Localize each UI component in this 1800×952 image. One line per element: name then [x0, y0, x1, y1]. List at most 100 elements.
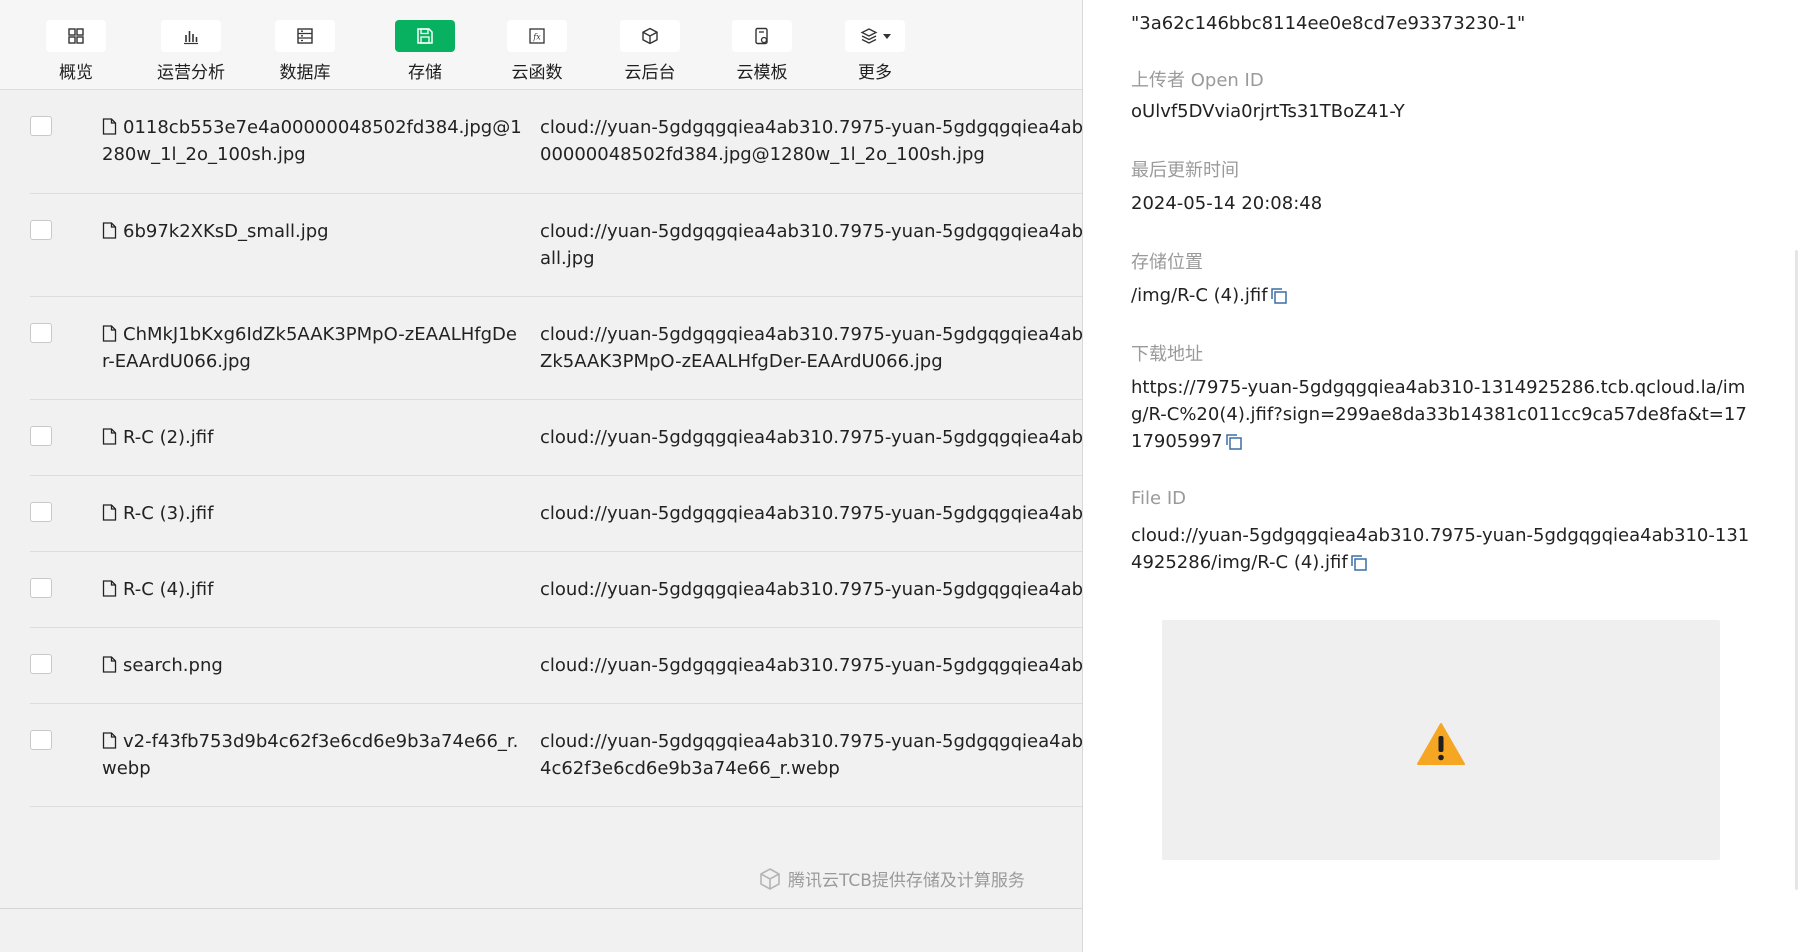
toolbar-button[interactable] [732, 20, 792, 52]
toolbar-label: 云后台 [624, 63, 676, 83]
table-row[interactable]: ChMkJ1bKxg6IdZk5AAK3PMpO-zEAALHfgDer-EAA… [30, 297, 1082, 400]
file-name[interactable]: search.png [102, 652, 522, 679]
file-id-line: cloud://yuan-5gdgqgqiea4ab310.7975-yuan-… [540, 731, 1082, 752]
warning-icon [1417, 723, 1465, 765]
copy-icon[interactable] [1225, 433, 1243, 451]
toolbar-label: 数据库 [279, 63, 331, 83]
toolbar-button[interactable] [845, 20, 905, 52]
toolbar-item-1[interactable]: 运营分析 [145, 20, 237, 84]
toolbar-item-6[interactable]: 云模板 [716, 20, 808, 84]
file-name[interactable]: R-C (3).jfif [102, 500, 522, 527]
row-checkbox[interactable] [30, 730, 52, 750]
tencent-cloud-logo-icon [760, 867, 780, 890]
toolbar-item-0[interactable]: 概览 [30, 20, 122, 84]
file-id: cloud://yuan-5gdgqgqiea4ab310.7975-yuan-… [540, 500, 1082, 527]
file-name[interactable]: 0118cb553e7e4a00000048502fd384.jpg@1280w… [102, 114, 522, 168]
file-id-line: 4c62f3e6cd6e9b3a74e66_r.webp [540, 758, 840, 779]
row-checkbox[interactable] [30, 578, 52, 598]
toolbar-button[interactable]: fx [507, 20, 567, 52]
layers-icon [860, 28, 878, 44]
file-id: cloud://yuan-5gdgqgqiea4ab310.7975-yuan-… [540, 218, 1082, 272]
table-row[interactable]: 0118cb553e7e4a00000048502fd384.jpg@1280w… [30, 90, 1082, 194]
toolbar-item-2[interactable]: 数据库 [259, 20, 351, 84]
file-icon [102, 504, 117, 521]
file-id-line: cloud://yuan-5gdgqgqiea4ab310.7975-yuan-… [540, 503, 1082, 524]
file-name[interactable]: 6b97k2XKsD_small.jpg [102, 218, 522, 245]
file-icon [102, 656, 117, 673]
file-id-line: cloud://yuan-5gdgqgqiea4ab310.7975-yuan-… [540, 117, 1082, 138]
updated-label: 最后更新时间 [1131, 160, 1239, 181]
toolbar-button[interactable] [161, 20, 221, 52]
bar-chart-icon [184, 31, 198, 45]
toolbar-label: 云函数 [511, 63, 563, 83]
toolbar-item-4[interactable]: fx 云函数 [491, 20, 583, 84]
file-name[interactable]: v2-f43fb753d9b4c62f3e6cd6e9b3a74e66_r.we… [102, 728, 522, 782]
file-name-text: 0118cb553e7e4a00000048502fd384.jpg@1280w… [102, 117, 522, 165]
file-detail-panel: "3a62c146bbc8114ee0e8cd7e93373230-1" 上传者… [1082, 0, 1800, 952]
download-label: 下载地址 [1131, 344, 1203, 365]
file-id: cloud://yuan-5gdgqgqiea4ab310.7975-yuan-… [540, 652, 1082, 679]
file-icon [102, 118, 117, 135]
location-label: 存储位置 [1131, 252, 1203, 273]
file-id-line: cloud://yuan-5gdgqgqiea4ab310.7975-yuan-… [540, 427, 1082, 448]
table-row[interactable]: R-C (4).jfif cloud://yuan-5gdgqgqiea4ab31… [30, 552, 1082, 628]
footer-brand-text: 腾讯云TCB提供存储及计算服务 [788, 871, 1025, 891]
file-name-text: v2-f43fb753d9b4c62f3e6cd6e9b3a74e66_r.we… [102, 731, 519, 779]
toolbar-button[interactable] [275, 20, 335, 52]
toolbar-label: 存储 [408, 63, 442, 83]
location-value: /img/R-C (4).jfif [1131, 285, 1268, 306]
file-icon [102, 428, 117, 445]
function-icon: fx [529, 28, 545, 44]
table-row[interactable]: R-C (3).jfif cloud://yuan-5gdgqgqiea4ab31… [30, 476, 1082, 552]
file-id: cloud://yuan-5gdgqgqiea4ab310.7975-yuan-… [540, 728, 1082, 782]
etag-value: "3a62c146bbc8114ee0e8cd7e93373230-1" [1131, 13, 1526, 34]
toolbar-button[interactable] [395, 20, 455, 52]
file-id-line: all.jpg [540, 248, 595, 269]
uploader-value: oUlvf5DVvia0rjrtTs31TBoZ41-Y [1131, 101, 1405, 122]
toolbar-item-3[interactable]: 存储 [379, 20, 471, 84]
top-toolbar: 概览 运营分析 数据库 存储 fx 云函数 云后台 云模板 更多 [0, 0, 1082, 90]
file-id-line: Zk5AAK3PMpO-zEAALHfgDer-EAArdU066.jpg [540, 351, 943, 372]
file-name[interactable]: ChMkJ1bKxg6IdZk5AAK3PMpO-zEAALHfgDer-EAA… [102, 321, 522, 375]
row-checkbox[interactable] [30, 502, 52, 522]
panel-scrollbar[interactable] [1795, 250, 1798, 890]
uploader-label: 上传者 Open ID [1131, 70, 1264, 91]
image-preview [1162, 620, 1720, 860]
toolbar-label: 运营分析 [157, 63, 225, 83]
file-icon [102, 580, 117, 597]
chevron-down-icon [883, 33, 891, 39]
table-row[interactable]: v2-f43fb753d9b4c62f3e6cd6e9b3a74e66_r.we… [30, 704, 1082, 807]
file-name-text: 6b97k2XKsD_small.jpg [123, 221, 329, 242]
file-id: cloud://yuan-5gdgqgqiea4ab310.7975-yuan-… [540, 114, 1082, 168]
toolbar-item-5[interactable]: 云后台 [604, 20, 696, 84]
location-row: /img/R-C (4).jfif [1131, 282, 1761, 309]
toolbar-button[interactable] [620, 20, 680, 52]
row-checkbox[interactable] [30, 323, 52, 343]
file-name[interactable]: R-C (2).jfif [102, 424, 522, 451]
storage-main: 概览 运营分析 数据库 存储 fx 云函数 云后台 云模板 更多 0118cb553e7e4a0… [0, 0, 1082, 952]
copy-icon[interactable] [1350, 554, 1368, 572]
download-value[interactable]: https://7975-yuan-5gdgqgqiea4ab310-13149… [1131, 377, 1747, 452]
file-name[interactable]: R-C (4).jfif [102, 576, 522, 603]
file-name-text: R-C (3).jfif [123, 503, 214, 524]
file-name-text: search.png [123, 655, 223, 676]
toolbar-label: 云模板 [736, 63, 788, 83]
file-id: cloud://yuan-5gdgqgqiea4ab310.7975-yuan-… [540, 576, 1082, 603]
file-name-text: R-C (4).jfif [123, 579, 214, 600]
row-checkbox[interactable] [30, 116, 52, 136]
download-row: https://7975-yuan-5gdgqgqiea4ab310-13149… [1131, 374, 1751, 455]
template-icon [755, 27, 768, 45]
file-table: 0118cb553e7e4a00000048502fd384.jpg@1280w… [30, 90, 1082, 807]
fileid-value: cloud://yuan-5gdgqgqiea4ab310.7975-yuan-… [1131, 525, 1750, 573]
table-row[interactable]: R-C (2).jfif cloud://yuan-5gdgqgqiea4ab31… [30, 400, 1082, 476]
toolbar-button[interactable] [46, 20, 106, 52]
row-checkbox[interactable] [30, 220, 52, 240]
row-checkbox[interactable] [30, 654, 52, 674]
file-id: cloud://yuan-5gdgqgqiea4ab310.7975-yuan-… [540, 424, 1082, 451]
row-checkbox[interactable] [30, 426, 52, 446]
table-row[interactable]: 6b97k2XKsD_small.jpg cloud://yuan-5gdgqgq… [30, 194, 1082, 297]
cube-icon [642, 27, 658, 45]
copy-icon[interactable] [1270, 287, 1288, 305]
table-row[interactable]: search.png cloud://yuan-5gdgqgqiea4ab310.… [30, 628, 1082, 704]
toolbar-item-7[interactable]: 更多 [829, 20, 921, 84]
